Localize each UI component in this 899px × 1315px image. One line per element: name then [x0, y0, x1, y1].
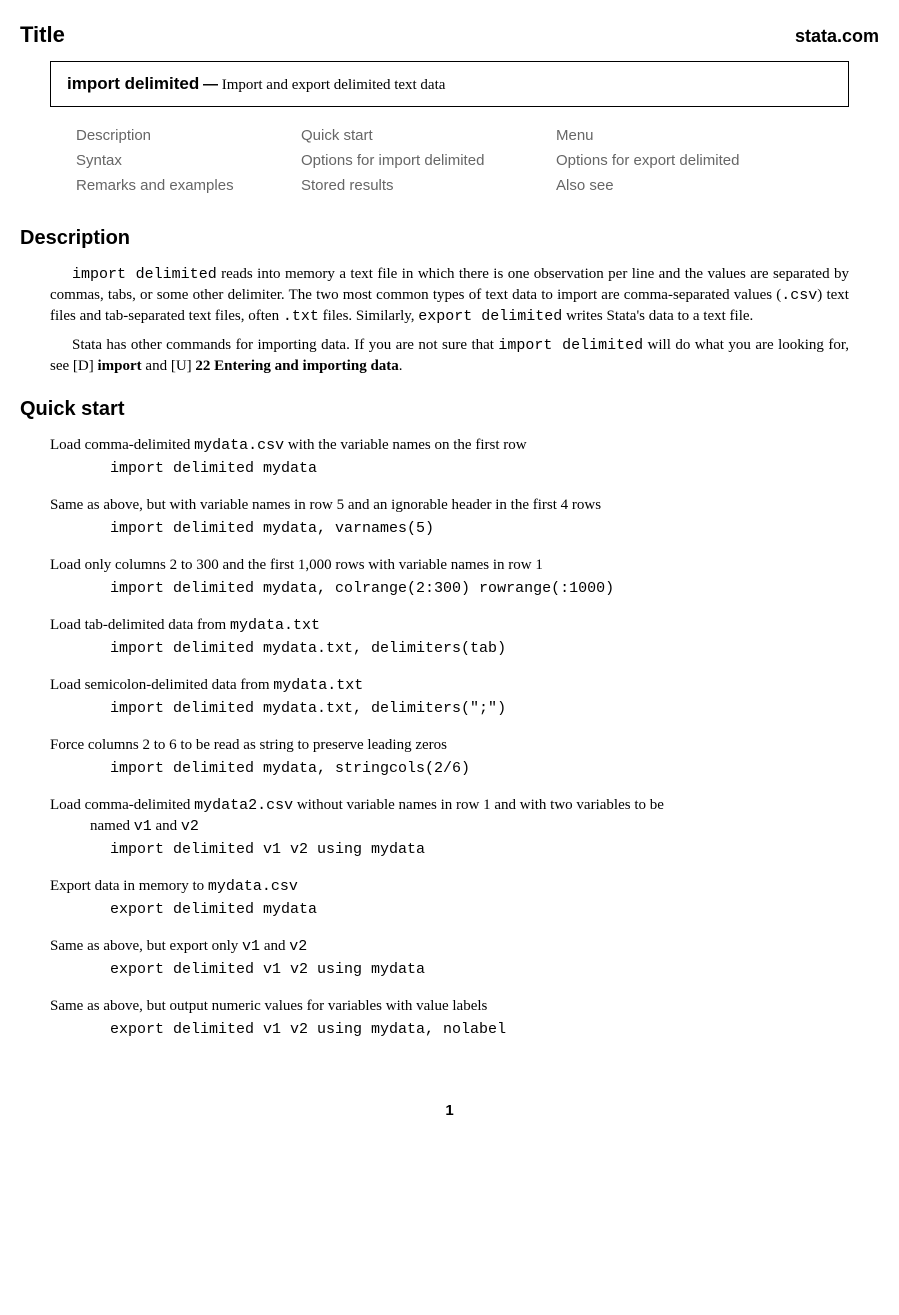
qs-item: Same as above, but export only v1 and v2… — [50, 936, 849, 980]
body-text: writes Stata's data to a text file. — [562, 308, 753, 324]
code-text: mydata.txt — [230, 617, 320, 634]
code-text: .csv — [781, 287, 817, 304]
qs-desc: Export data in memory to mydata.csv — [50, 876, 849, 897]
qs-code: export delimited mydata — [110, 899, 849, 920]
qs-item: Export data in memory to mydata.csv expo… — [50, 876, 849, 920]
body-text: and [ — [142, 358, 176, 374]
toc-link[interactable]: Syntax — [76, 150, 301, 171]
qs-desc: Same as above, but output numeric values… — [50, 996, 849, 1017]
description-p2: Stata has other commands for importing d… — [50, 335, 849, 377]
title-separator: — — [203, 76, 218, 93]
code-text: import delimited — [72, 266, 217, 283]
qs-item: Force columns 2 to 6 to be read as strin… — [50, 735, 849, 779]
page-title: Title — [20, 20, 65, 51]
qs-item: Same as above, but output numeric values… — [50, 996, 849, 1040]
qs-desc: Load comma-delimited mydata.csv with the… — [50, 435, 849, 456]
brand-link[interactable]: stata.com — [795, 24, 879, 49]
qs-text: Load only columns 2 to 300 and the first… — [50, 557, 543, 573]
qs-desc: Load only columns 2 to 300 and the first… — [50, 555, 849, 576]
qs-text: without variable names in row 1 and with… — [293, 797, 664, 813]
body-text: ] — [89, 358, 98, 374]
toc-link[interactable]: Description — [76, 125, 301, 146]
code-text: mydata2.csv — [194, 797, 293, 814]
qs-desc: Same as above, but export only v1 and v2 — [50, 936, 849, 957]
toc-link[interactable]: Stored results — [301, 175, 556, 196]
ref-d: D — [78, 358, 89, 374]
toc-link[interactable]: Also see — [556, 175, 879, 196]
description-heading: Description — [20, 224, 879, 252]
qs-text: Load tab-delimited data from — [50, 617, 230, 633]
qs-text: Force columns 2 to 6 to be read as strin… — [50, 737, 447, 753]
qs-item: Load semicolon-delimited data from mydat… — [50, 675, 849, 719]
code-text: v2 — [289, 938, 307, 955]
toc-link[interactable]: Remarks and examples — [76, 175, 301, 196]
code-text: .txt — [283, 308, 319, 325]
toc-link[interactable]: Quick start — [301, 125, 556, 146]
qs-text: Same as above, but export only — [50, 938, 242, 954]
qs-desc: Load tab-delimited data from mydata.txt — [50, 615, 849, 636]
code-text: import delimited — [498, 337, 643, 354]
qs-text: and — [260, 938, 289, 954]
title-box: import delimited — Import and export del… — [50, 61, 849, 107]
code-text: v1 — [242, 938, 260, 955]
quickstart-heading: Quick start — [20, 395, 879, 423]
qs-item: Load comma-delimited mydata2.csv without… — [50, 795, 849, 860]
code-text: export delimited — [418, 308, 562, 325]
qs-text: Same as above, but output numeric values… — [50, 998, 487, 1014]
ref-link[interactable]: 22 Entering and importing data — [195, 358, 398, 374]
qs-text: named — [90, 818, 134, 834]
body-text: . — [399, 358, 403, 374]
qs-text: Load comma-delimited — [50, 437, 194, 453]
qs-cont: named v1 and v2 — [90, 816, 849, 837]
toc-link[interactable]: Options for import delimited — [301, 150, 556, 171]
qs-desc: Force columns 2 to 6 to be read as strin… — [50, 735, 849, 756]
qs-text: with the variable names on the first row — [284, 437, 526, 453]
qs-code: import delimited mydata — [110, 458, 849, 479]
qs-item: Load tab-delimited data from mydata.txt … — [50, 615, 849, 659]
qs-desc: Load semicolon-delimited data from mydat… — [50, 675, 849, 696]
body-text: files. Similarly, — [319, 308, 418, 324]
qs-code: export delimited v1 v2 using mydata — [110, 959, 849, 980]
code-text: v1 — [134, 818, 152, 835]
code-text: mydata.csv — [194, 437, 284, 454]
qs-text: Load semicolon-delimited data from — [50, 677, 273, 693]
qs-code: import delimited v1 v2 using mydata — [110, 839, 849, 860]
header-row: Title stata.com — [20, 20, 879, 51]
title-subtitle: Import and export delimited text data — [222, 77, 446, 93]
qs-item: Load only columns 2 to 300 and the first… — [50, 555, 849, 599]
qs-code: import delimited mydata, stringcols(2/6) — [110, 758, 849, 779]
qs-text: Same as above, but with variable names i… — [50, 497, 601, 513]
ref-link[interactable]: import — [98, 358, 142, 374]
qs-text: Load comma-delimited — [50, 797, 194, 813]
qs-desc: Load comma-delimited mydata2.csv without… — [50, 795, 849, 837]
body-text: Stata has other commands for importing d… — [72, 337, 498, 353]
toc-row: Remarks and examples Stored results Also… — [76, 175, 879, 196]
qs-code: import delimited mydata.txt, delimiters(… — [110, 698, 849, 719]
toc-row: Description Quick start Menu — [76, 125, 879, 146]
qs-text: Export data in memory to — [50, 878, 208, 894]
code-text: mydata.csv — [208, 878, 298, 895]
ref-u: U — [176, 358, 187, 374]
qs-desc: Same as above, but with variable names i… — [50, 495, 849, 516]
description-p1: import delimited reads into memory a tex… — [50, 264, 849, 327]
page-number: 1 — [20, 1100, 879, 1121]
qs-code: export delimited v1 v2 using mydata, nol… — [110, 1019, 849, 1040]
qs-item: Same as above, but with variable names i… — [50, 495, 849, 539]
qs-code: import delimited mydata, colrange(2:300)… — [110, 578, 849, 599]
code-text: mydata.txt — [273, 677, 363, 694]
qs-item: Load comma-delimited mydata.csv with the… — [50, 435, 849, 479]
qs-code: import delimited mydata, varnames(5) — [110, 518, 849, 539]
toc-link[interactable]: Menu — [556, 125, 879, 146]
qs-text: and — [152, 818, 181, 834]
qs-code: import delimited mydata.txt, delimiters(… — [110, 638, 849, 659]
toc-row: Syntax Options for import delimited Opti… — [76, 150, 879, 171]
title-command: import delimited — [67, 74, 199, 93]
toc-link[interactable]: Options for export delimited — [556, 150, 879, 171]
toc: Description Quick start Menu Syntax Opti… — [76, 125, 879, 196]
code-text: v2 — [181, 818, 199, 835]
